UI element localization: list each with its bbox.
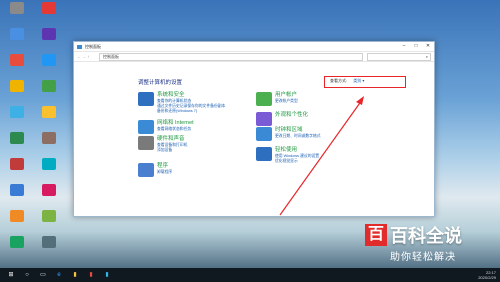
system-tray[interactable]: 22:17 2020/2/29 (478, 270, 500, 280)
watermark-logo: 百 (365, 224, 387, 246)
app-icon[interactable]: ▮ (86, 271, 96, 280)
taskbar: ⊞ ○ ▭ e ▮ ▮ ▮ 22:17 2020/2/29 (0, 268, 500, 282)
start-button[interactable]: ⊞ (6, 271, 16, 280)
task-view-icon[interactable]: ▭ (38, 271, 48, 280)
watermark-sub: 助你轻松解决 (390, 252, 456, 263)
app-icon[interactable]: ▮ (102, 271, 112, 280)
watermark: 百 百科全说 助你轻松解决 (365, 222, 495, 263)
clock-date: 2020/2/29 (478, 275, 496, 280)
watermark-brand: 百科全说 (390, 226, 462, 246)
folder-icon[interactable]: ▮ (70, 271, 80, 280)
edge-icon[interactable]: e (54, 271, 64, 280)
search-icon[interactable]: ○ (22, 271, 32, 280)
